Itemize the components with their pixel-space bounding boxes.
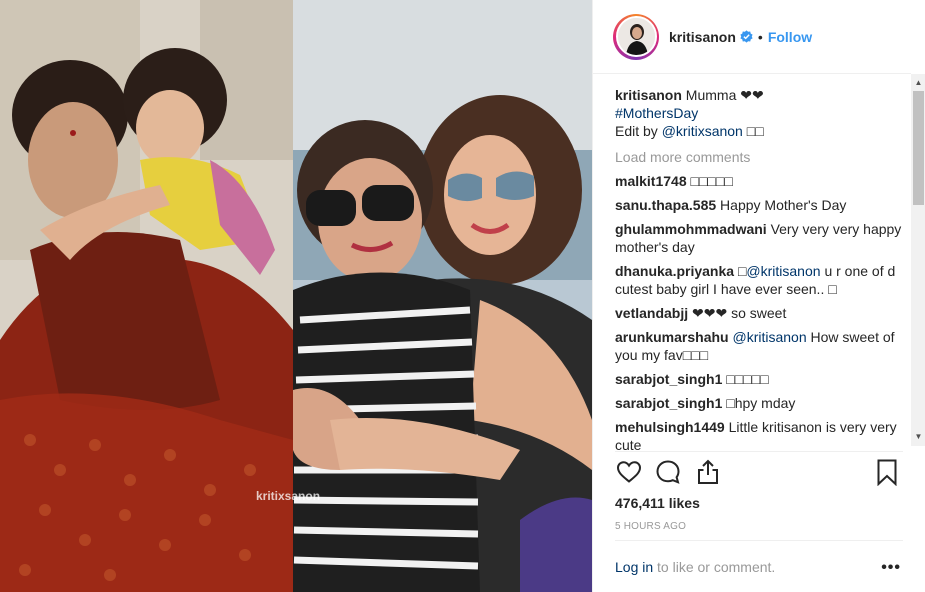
post-timestamp[interactable]: 5 HOURS AGO bbox=[615, 521, 686, 532]
login-footer-text: to like or comment. bbox=[657, 559, 776, 575]
header-separator: • bbox=[757, 28, 763, 45]
scroll-down-arrow-icon[interactable]: ▼ bbox=[911, 430, 925, 444]
comment-username[interactable]: sanu.thapa.585 bbox=[615, 197, 716, 213]
comment-item: vetlandabjj ❤❤❤ so sweet bbox=[615, 304, 903, 322]
divider bbox=[615, 451, 903, 452]
avatar-ring[interactable] bbox=[613, 13, 659, 60]
comment-item: malkit1748 □□□□□ bbox=[615, 172, 903, 190]
avatar[interactable] bbox=[615, 16, 657, 57]
caption-hashtag[interactable]: #MothersDay bbox=[615, 105, 698, 121]
post-side-panel: kritisanon • Follow kritisanon Mumma ❤❤ … bbox=[592, 0, 925, 592]
comment-item: mehulsingh1449 Little kritisanon is very… bbox=[615, 418, 903, 450]
comment-mention[interactable]: @kritisanon bbox=[732, 329, 806, 345]
comment-mention[interactable]: @kritisanon bbox=[746, 263, 820, 279]
comment-username[interactable]: mehulsingh1449 bbox=[615, 419, 725, 435]
comment-username[interactable]: arunkumarshahu bbox=[615, 329, 729, 345]
comment-icon[interactable] bbox=[654, 458, 682, 486]
caption-edit-prefix: Edit by bbox=[615, 123, 658, 139]
comment-username[interactable]: ghulammohmmadwani bbox=[615, 221, 767, 237]
comment-text: Happy Mother's Day bbox=[720, 197, 847, 213]
scroll-up-arrow-icon[interactable]: ▲ bbox=[911, 76, 925, 90]
divider bbox=[615, 540, 903, 541]
login-link[interactable]: Log in bbox=[615, 559, 653, 575]
caption-username[interactable]: kritisanon bbox=[615, 87, 682, 103]
photo-collage-image bbox=[0, 0, 592, 592]
post-header: kritisanon • Follow bbox=[593, 0, 911, 74]
caption-hashtag-line: #MothersDay bbox=[615, 104, 903, 122]
load-more-comments-button[interactable]: Load more comments bbox=[615, 148, 903, 166]
login-footer: Log in to like or comment. ••• bbox=[615, 559, 907, 577]
more-options-icon[interactable]: ••• bbox=[881, 559, 901, 577]
share-icon[interactable] bbox=[694, 458, 722, 486]
action-bar bbox=[615, 458, 907, 490]
caption-edit-line: Edit by @kritixsanon □□ bbox=[615, 122, 903, 140]
header-username[interactable]: kritisanon bbox=[669, 29, 736, 45]
comment-username[interactable]: sarabjot_singh1 bbox=[615, 395, 722, 411]
comment-item: dhanuka.priyanka □@kritisanon u r one of… bbox=[615, 262, 903, 298]
comment-username[interactable]: vetlandabjj bbox=[615, 305, 688, 321]
verified-badge-icon bbox=[740, 30, 753, 43]
likes-count[interactable]: 476,411 likes bbox=[615, 495, 700, 511]
comment-username[interactable]: malkit1748 bbox=[615, 173, 687, 189]
comment-item: arunkumarshahu @kritisanon How sweet of … bbox=[615, 328, 903, 364]
comment-item: sanu.thapa.585 Happy Mother's Day bbox=[615, 196, 903, 214]
post-photo[interactable]: kritixsanon bbox=[0, 0, 592, 592]
comment-text: ❤❤❤ so sweet bbox=[692, 305, 787, 321]
scrollbar-thumb[interactable] bbox=[913, 91, 924, 205]
photo-watermark: kritixsanon bbox=[256, 489, 321, 503]
avatar-image bbox=[617, 18, 655, 55]
comments-list[interactable]: kritisanon Mumma ❤❤ #MothersDay Edit by … bbox=[615, 86, 903, 450]
comment-text: □hpy mday bbox=[726, 395, 796, 411]
comment-item: sarabjot_singh1 □□□□□ bbox=[615, 370, 903, 388]
comment-item: sarabjot_singh1 □hpy mday bbox=[615, 394, 903, 412]
follow-button[interactable]: Follow bbox=[768, 29, 812, 45]
comment-username[interactable]: dhanuka.priyanka bbox=[615, 263, 734, 279]
caption-edit-suffix: □□ bbox=[746, 123, 764, 139]
comments-scrollbar[interactable]: ▲ ▼ bbox=[911, 74, 925, 446]
comment-item: ghulammohmmadwani Very very very happy m… bbox=[615, 220, 903, 256]
bookmark-icon[interactable] bbox=[873, 458, 901, 486]
comment-text: □□□□□ bbox=[726, 371, 769, 387]
caption-text: Mumma ❤❤ bbox=[685, 87, 764, 103]
caption: kritisanon Mumma ❤❤ bbox=[615, 86, 903, 104]
comment-username[interactable]: sarabjot_singh1 bbox=[615, 371, 722, 387]
comment-text: □□□□□ bbox=[690, 173, 733, 189]
heart-icon[interactable] bbox=[615, 458, 643, 486]
caption-edit-handle[interactable]: @kritixsanon bbox=[662, 123, 743, 139]
